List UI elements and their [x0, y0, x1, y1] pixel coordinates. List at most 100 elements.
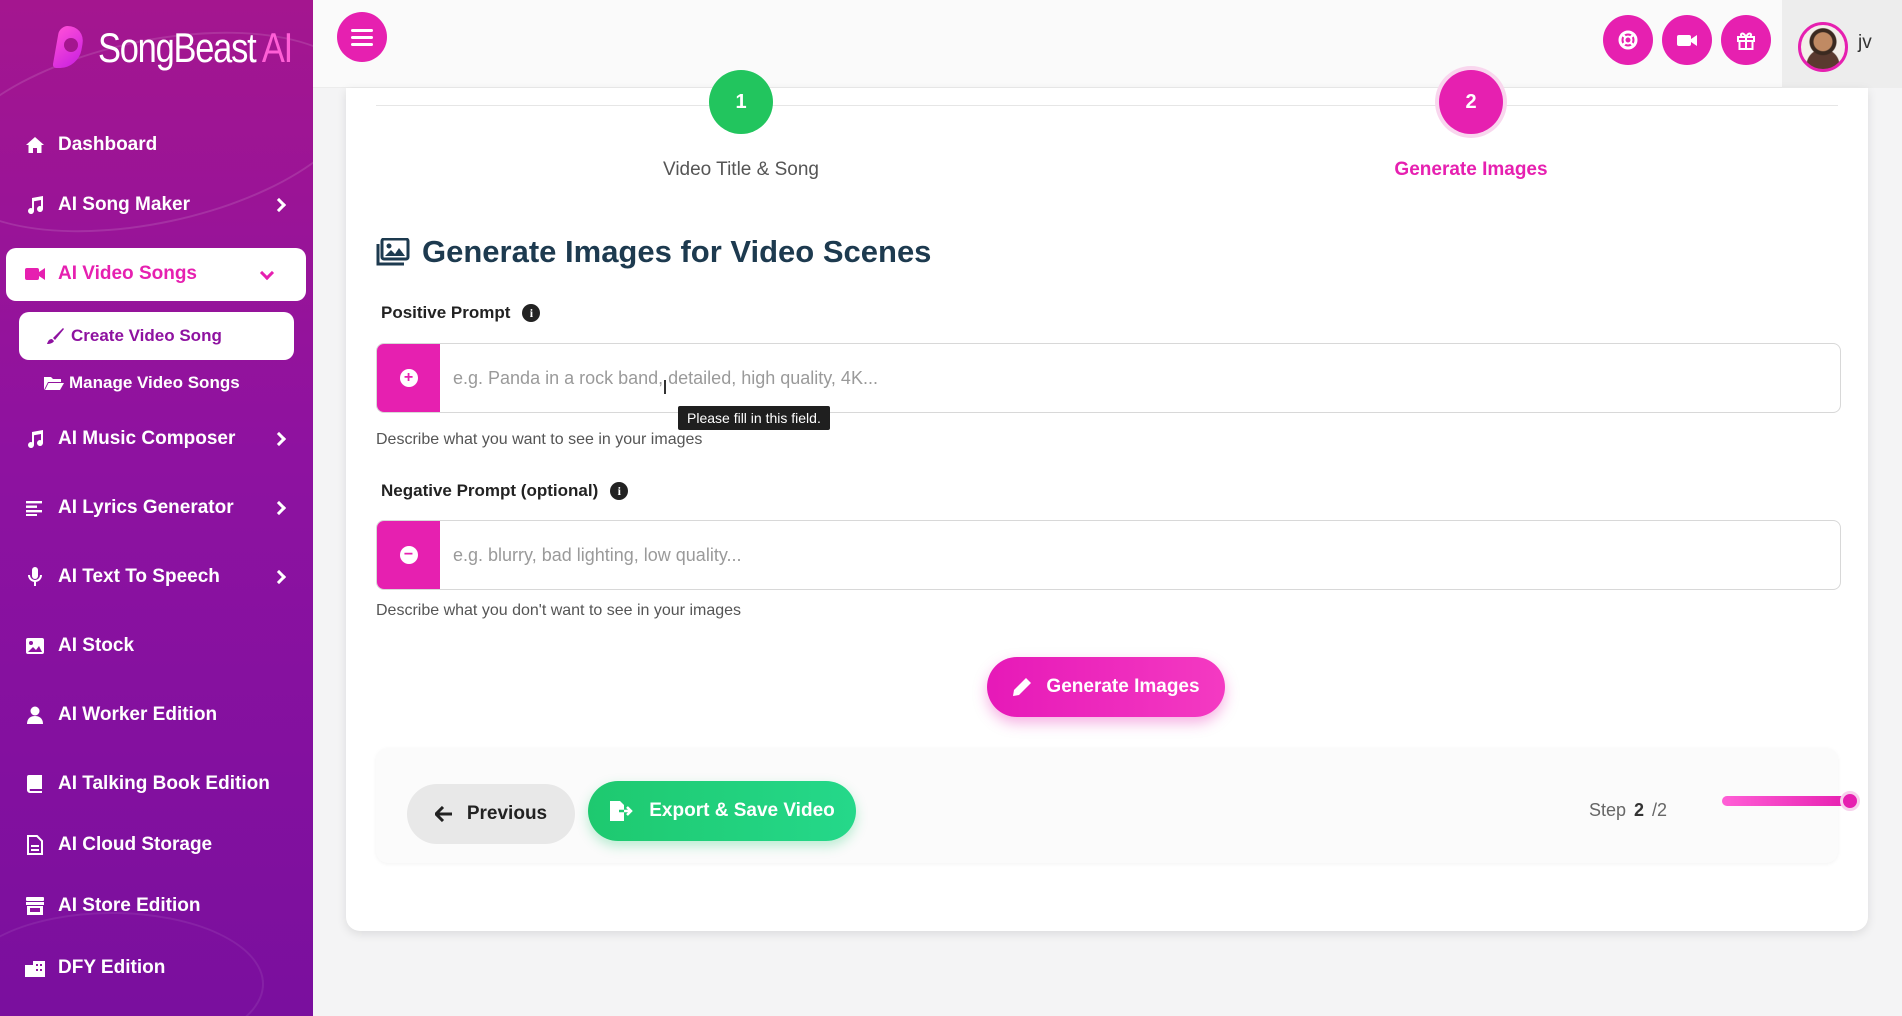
- chevron-right-icon: [271, 431, 287, 447]
- video-icon: [1676, 32, 1698, 48]
- music-icon: [24, 194, 46, 216]
- negative-prompt-help: Describe what you don't want to see in y…: [376, 602, 742, 619]
- support-button[interactable]: [1603, 15, 1653, 65]
- step-2-label: Generate Images: [1394, 159, 1548, 180]
- video-tutorial-button[interactable]: [1662, 15, 1712, 65]
- sidebar-item-ai-song-maker[interactable]: AI Song Maker: [24, 190, 287, 220]
- sidebar-subitem-label: Manage Video Songs: [69, 373, 240, 392]
- plus-circle-icon: +: [399, 369, 418, 387]
- file-export-icon: [609, 800, 634, 822]
- step-indicator: Step 2 /2: [1589, 800, 1667, 821]
- sidebar-item-label: AI Text To Speech: [58, 566, 220, 587]
- sidebar-item-ai-store-edition[interactable]: AI Store Edition: [24, 891, 284, 921]
- logo-mark-icon: [50, 24, 90, 72]
- topbar: jv: [313, 0, 1902, 88]
- button-label: Previous: [466, 803, 548, 824]
- previous-button[interactable]: Previous: [407, 784, 575, 844]
- step-word: Step: [1589, 800, 1627, 820]
- negative-prompt-group: −: [376, 520, 1841, 590]
- menu-toggle-button[interactable]: [337, 12, 387, 62]
- hamburger-line: [351, 28, 373, 32]
- video-camera-icon: [24, 263, 46, 285]
- sidebar-item-label: AI Song Maker: [58, 194, 190, 215]
- positive-prompt-group: +: [376, 343, 1841, 413]
- positive-addon: +: [377, 344, 440, 412]
- sidebar-item-ai-worker-edition[interactable]: AI Worker Edition: [24, 700, 284, 730]
- stepper-line: [376, 105, 1838, 106]
- sidebar-item-label: AI Lyrics Generator: [58, 497, 234, 518]
- pencil-icon: [1012, 677, 1032, 697]
- sidebar-subitem-inner: Create Video Song: [45, 326, 222, 346]
- step-total: /2: [1652, 800, 1668, 820]
- gift-button[interactable]: [1721, 15, 1771, 65]
- step-number: 1: [735, 90, 747, 113]
- gift-icon: [1736, 30, 1756, 50]
- book-icon: [24, 773, 46, 795]
- negative-addon: −: [377, 521, 440, 589]
- export-save-video-button[interactable]: Export & Save Video: [588, 781, 856, 841]
- sidebar-item-ai-lyrics-generator[interactable]: AI Lyrics Generator: [24, 493, 287, 523]
- sidebar-item-label: DFY Edition: [58, 957, 166, 978]
- text-cursor: [664, 380, 666, 394]
- step-1-label: Video Title & Song: [663, 159, 819, 180]
- sidebar-item-dashboard[interactable]: Dashboard: [24, 130, 284, 160]
- generate-images-button[interactable]: Generate Images: [987, 657, 1225, 717]
- align-left-icon: [24, 497, 46, 519]
- negative-prompt-input[interactable]: [440, 521, 1840, 589]
- step-progress-bar: [1722, 791, 1860, 811]
- sidebar-item-ai-cloud-storage[interactable]: AI Cloud Storage: [24, 830, 284, 860]
- arrow-left-icon: [434, 806, 453, 822]
- sidebar-item-ai-music-composer[interactable]: AI Music Composer: [24, 424, 287, 454]
- positive-prompt-help: Describe what you want to see in your im…: [376, 431, 703, 448]
- store-icon: [24, 895, 46, 917]
- file-icon: [24, 834, 46, 856]
- button-label: Generate Images: [1046, 676, 1200, 697]
- hamburger-line: [351, 35, 373, 39]
- button-label: Export & Save Video: [649, 800, 835, 821]
- hamburger-line: [351, 42, 373, 46]
- step-1-circle[interactable]: 1: [709, 70, 773, 134]
- building-icon: [24, 957, 46, 979]
- step-number: 2: [1465, 90, 1477, 113]
- logo-text: SongBeast AI: [98, 24, 293, 71]
- wizard-footer: Previous Export & Save Video Step 2 /2: [376, 748, 1860, 863]
- progress-fill: [1722, 796, 1850, 806]
- sidebar-item-ai-video-songs[interactable]: AI Video Songs: [6, 248, 306, 301]
- sidebar-item-ai-stock[interactable]: AI Stock: [24, 631, 284, 661]
- user-menu[interactable]: jv: [1782, 0, 1902, 88]
- step-2-circle[interactable]: 2: [1439, 70, 1503, 134]
- sidebar-subitem-create-video-song[interactable]: Create Video Song: [19, 312, 294, 360]
- positive-prompt-input[interactable]: [440, 344, 1840, 412]
- chevron-right-icon: [271, 569, 287, 585]
- sidebar-item-label: AI Talking Book Edition: [58, 773, 270, 794]
- label-text: Positive Prompt: [381, 303, 511, 322]
- sidebar-item-dfy-edition[interactable]: DFY Edition: [24, 953, 284, 983]
- microphone-icon: [24, 566, 46, 588]
- sidebar-item-label: AI Cloud Storage: [58, 834, 213, 855]
- sidebar-item-label: AI Store Edition: [58, 895, 201, 916]
- username: jv: [1858, 32, 1872, 53]
- sidebar-item-ai-text-to-speech[interactable]: AI Text To Speech: [24, 562, 287, 592]
- page-title: Generate Images for Video Scenes: [422, 234, 932, 269]
- section-title: Generate Images for Video Scenes: [376, 234, 931, 270]
- main-card: 1 Video Title & Song 2 Generate Images G…: [346, 70, 1868, 931]
- music-icon: [24, 428, 46, 450]
- image-icon: [24, 635, 46, 657]
- user-icon: [24, 704, 46, 726]
- sidebar: SongBeast AI Dashboard AI Song Maker AI …: [0, 0, 313, 1016]
- sidebar-subitem-manage-video-songs[interactable]: Manage Video Songs: [43, 373, 240, 393]
- sidebar-subitem-label: Create Video Song: [71, 326, 222, 345]
- sidebar-item-active: AI Video Songs: [24, 259, 284, 289]
- sidebar-item-label: AI Worker Edition: [58, 704, 218, 725]
- info-icon[interactable]: i: [610, 482, 629, 500]
- progress-knob: [1840, 791, 1860, 811]
- life-ring-icon: [1617, 29, 1639, 51]
- home-icon: [24, 134, 46, 156]
- logo[interactable]: SongBeast AI: [50, 24, 313, 72]
- sidebar-item-label: Dashboard: [58, 134, 158, 155]
- sidebar-item-label: AI Video Songs: [58, 263, 198, 284]
- info-icon[interactable]: i: [522, 304, 541, 322]
- chevron-right-icon: [271, 500, 287, 516]
- sidebar-item-ai-talking-book-edition[interactable]: AI Talking Book Edition: [24, 769, 284, 799]
- avatar: [1798, 22, 1848, 72]
